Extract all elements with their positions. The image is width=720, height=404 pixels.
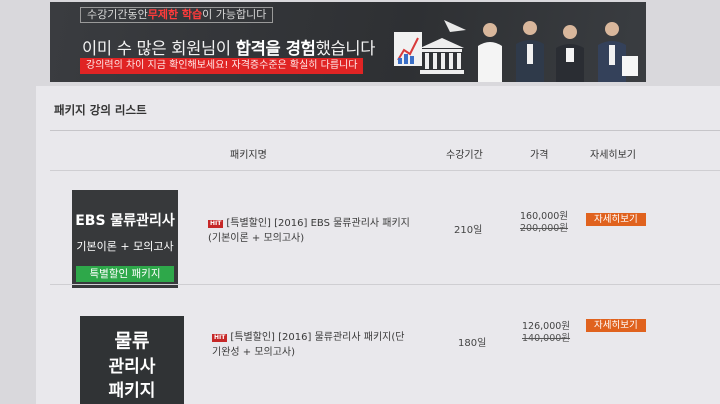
thumbnail-title: EBS 물류관리사	[75, 213, 175, 229]
divider	[50, 130, 720, 131]
banner-headline-suffix: 했습니다	[315, 39, 376, 58]
original-price: 200,000원	[520, 223, 569, 234]
package-title-line1: [특별할인] [2016] 물류관리사 패키지(단	[230, 332, 405, 343]
hit-badge: HIT	[212, 334, 228, 342]
package-thumbnail-2[interactable]: 물류 관리사 패키지	[80, 316, 184, 404]
banner-tag-prefix: 수강기간동안	[87, 8, 148, 21]
original-price: 140,000원	[522, 333, 571, 344]
divider	[50, 284, 720, 285]
package-title-link-2[interactable]: HIT [특별할인] [2016] 물류관리사 패키지(단 기완성 + 모의고사)	[212, 330, 404, 360]
banner-headline: 이미 수 많은 회원님이 합격을 경험했습니다	[82, 35, 375, 59]
divider	[50, 170, 720, 171]
detail-button-1[interactable]: 자세히보기	[586, 213, 646, 226]
hit-badge: HIT	[208, 220, 224, 228]
banner-note: 강의력의 차이 지금 확인해보세요! 자격증수준은 확실히 다릅니다	[80, 58, 364, 74]
section-title: 패키지 강의 리스트	[54, 103, 147, 117]
package-period-2: 180일	[458, 338, 487, 349]
banner-tag: 수강기간동안무제한 학습이 가능합니다	[80, 7, 274, 23]
people-illustration	[478, 21, 638, 82]
banner-headline-bold: 합격을 경험	[235, 39, 316, 58]
detail-button-2[interactable]: 자세히보기	[586, 319, 646, 332]
package-price-2: 126,000원 140,000원	[522, 321, 570, 345]
thumbnail-badge: 특별할인 패키지	[76, 266, 174, 282]
column-header-price: 가격	[530, 150, 549, 161]
person-4	[598, 22, 638, 82]
person-2	[516, 21, 544, 82]
column-header-period: 수강기간	[446, 150, 483, 161]
person-1	[478, 23, 502, 82]
package-title-line2: (기본이론 + 모의고사)	[208, 233, 305, 244]
banner-headline-prefix: 이미 수 많은 회원님이	[82, 39, 236, 58]
column-header-detail: 자세히보기	[590, 150, 636, 161]
paper-plane-icon	[444, 20, 466, 32]
thumbnail-line-3: 패키지	[108, 381, 156, 401]
sale-price: 126,000원	[522, 321, 571, 332]
sale-price: 160,000원	[520, 211, 569, 222]
package-title-line2: 기완성 + 모의고사)	[212, 347, 296, 358]
banner-tag-highlight: 무제한 학습	[147, 8, 203, 21]
column-header-name: 패키지명	[230, 150, 267, 161]
package-period-1: 210일	[454, 225, 483, 236]
person-3	[556, 25, 584, 82]
thumbnail-line-1: 물류	[114, 330, 150, 352]
thumbnail-line-2: 관리사	[108, 357, 156, 377]
package-list-panel: 패키지 강의 리스트 패키지명 수강기간 가격 자세히보기 EBS 물류관리사 …	[36, 86, 720, 404]
package-thumbnail-1[interactable]: EBS 물류관리사 기본이론 + 모의고사 특별할인 패키지	[72, 190, 178, 288]
promo-banner[interactable]: 수강기간동안무제한 학습이 가능합니다 이미 수 많은 회원님이 합격을 경험했…	[50, 2, 646, 82]
building-icon	[420, 38, 464, 74]
thumbnail-subtitle: 기본이론 + 모의고사	[76, 240, 174, 253]
banner-tag-suffix: 이 가능합니다	[202, 8, 267, 21]
package-title-line1: [특별할인] [2016] EBS 물류관리사 패키지	[226, 218, 410, 229]
package-price-1: 160,000원 200,000원	[520, 211, 568, 235]
package-title-link-1[interactable]: HIT [특별할인] [2016] EBS 물류관리사 패키지 (기본이론 + 모…	[208, 216, 410, 246]
